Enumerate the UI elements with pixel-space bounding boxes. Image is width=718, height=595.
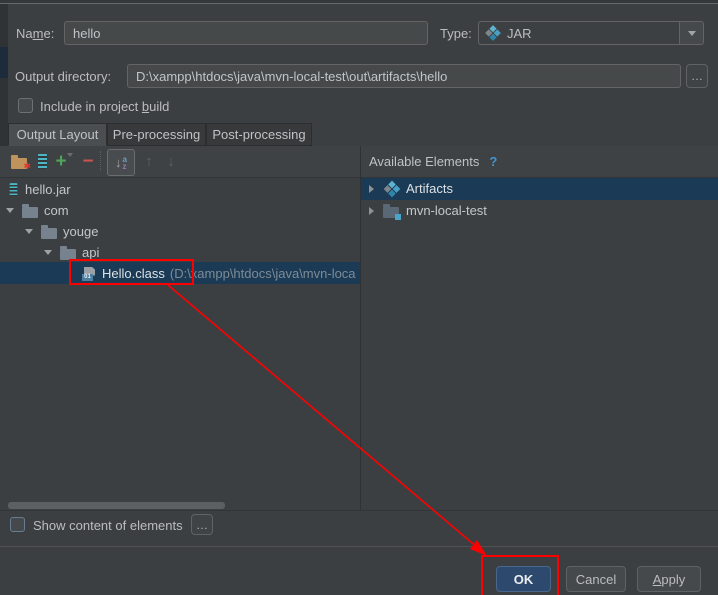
artifacts-icon — [383, 180, 401, 197]
type-value: JAR — [507, 25, 532, 41]
available-elements-title: Available Elements — [369, 154, 480, 169]
tree-row-com[interactable]: com — [0, 200, 69, 221]
output-directory-input[interactable]: D:\xampp\htdocs\java\mvn-local-test\out\… — [127, 64, 681, 88]
browse-output-directory-button[interactable]: … — [686, 64, 708, 88]
arrow-up-icon: ↑ — [145, 153, 153, 170]
available-elements-header: Available Elements ? — [361, 146, 718, 178]
toolbar-separator — [100, 151, 103, 171]
tab-pre-processing[interactable]: Pre-processing — [107, 123, 206, 146]
expanded-arrow-icon[interactable] — [44, 250, 52, 255]
tree-row-youge[interactable]: youge — [0, 221, 98, 242]
create-archive-button[interactable] — [33, 146, 51, 177]
folder-icon — [60, 245, 76, 260]
tree-bottom-border — [0, 510, 718, 511]
plus-icon: + — [55, 150, 67, 172]
expanded-arrow-icon[interactable] — [6, 208, 14, 213]
sort-az-icon: az — [122, 154, 127, 171]
output-directory-label: Output directory: — [15, 68, 112, 84]
name-input[interactable]: hello — [64, 21, 428, 45]
tab-post-processing[interactable]: Post-processing — [206, 123, 312, 146]
name-label: Name: — [16, 25, 55, 41]
titlebar-border — [0, 3, 718, 4]
tree-row-mvn-local-test[interactable]: mvn-local-test — [361, 200, 487, 221]
folder-icon — [41, 224, 57, 239]
annotation-arrow-head — [470, 540, 487, 556]
artifact-jar-icon — [485, 25, 501, 41]
cancel-button[interactable]: Cancel — [566, 566, 626, 592]
output-layout-tree: hello.jar com youge api 01 Hello.class (… — [0, 177, 360, 510]
module-badge-icon — [395, 213, 401, 220]
type-label: Type: — [440, 25, 472, 41]
help-icon[interactable]: ? — [489, 154, 497, 169]
tree-row-hello-class[interactable]: 01 Hello.class (D:\xampp\htdocs\java\mvn… — [0, 263, 360, 284]
tree-row-hello-jar[interactable]: hello.jar — [0, 179, 71, 200]
show-content-checkbox[interactable] — [10, 517, 25, 532]
jar-file-icon — [9, 183, 18, 196]
move-up-button[interactable]: ↑ — [139, 146, 159, 177]
collapsed-arrow-icon[interactable] — [369, 184, 374, 193]
move-down-button[interactable]: ↓ — [161, 146, 181, 177]
show-content-options-button[interactable]: … — [191, 514, 213, 535]
tab-output-layout[interactable]: Output Layout — [8, 123, 107, 146]
tab-bar: Output Layout Pre-processing Post-proces… — [8, 123, 718, 146]
chevron-down-icon — [687, 30, 696, 36]
include-in-build-checkbox[interactable] — [18, 98, 33, 113]
new-badge-icon: ✱ — [23, 160, 31, 171]
layout-toolbar: ✱ + − ↓ az ↑ ↓ — [0, 146, 361, 178]
ok-button[interactable]: OK — [496, 566, 551, 592]
apply-button[interactable]: Apply — [637, 566, 701, 592]
arrow-down-icon: ↓ — [167, 153, 175, 170]
tree-row-artifacts[interactable]: Artifacts — [361, 178, 453, 199]
add-button[interactable]: + — [53, 146, 75, 177]
background-window-fragment — [0, 47, 8, 78]
chevron-down-icon — [66, 153, 73, 172]
archive-icon — [37, 154, 47, 169]
class-file-icon: 01 — [82, 266, 95, 281]
show-content-label: Show content of elements — [33, 517, 183, 533]
tree-row-api[interactable]: api — [0, 242, 99, 263]
folder-icon — [22, 203, 38, 218]
new-folder-icon: ✱ — [11, 154, 31, 171]
collapsed-arrow-icon[interactable] — [369, 206, 374, 215]
expanded-arrow-icon[interactable] — [25, 229, 33, 234]
type-select[interactable]: JAR — [478, 21, 704, 45]
remove-button[interactable]: − — [78, 146, 98, 177]
dropdown-button[interactable] — [679, 22, 703, 44]
module-icon — [383, 203, 401, 220]
include-in-build-label: Include in project build — [40, 98, 170, 114]
artifact-settings-dialog: Name: hello Type: JAR Output directory: … — [0, 0, 718, 595]
sort-arrow-icon: ↓ — [115, 155, 122, 170]
new-folder-button[interactable]: ✱ — [8, 146, 31, 177]
available-elements-tree: Artifacts mvn-local-test — [361, 177, 718, 510]
footer-separator — [0, 546, 718, 547]
horizontal-scrollbar[interactable] — [8, 502, 225, 509]
minus-icon: − — [82, 150, 94, 172]
sort-alphabetically-toggle[interactable]: ↓ az — [107, 149, 135, 176]
